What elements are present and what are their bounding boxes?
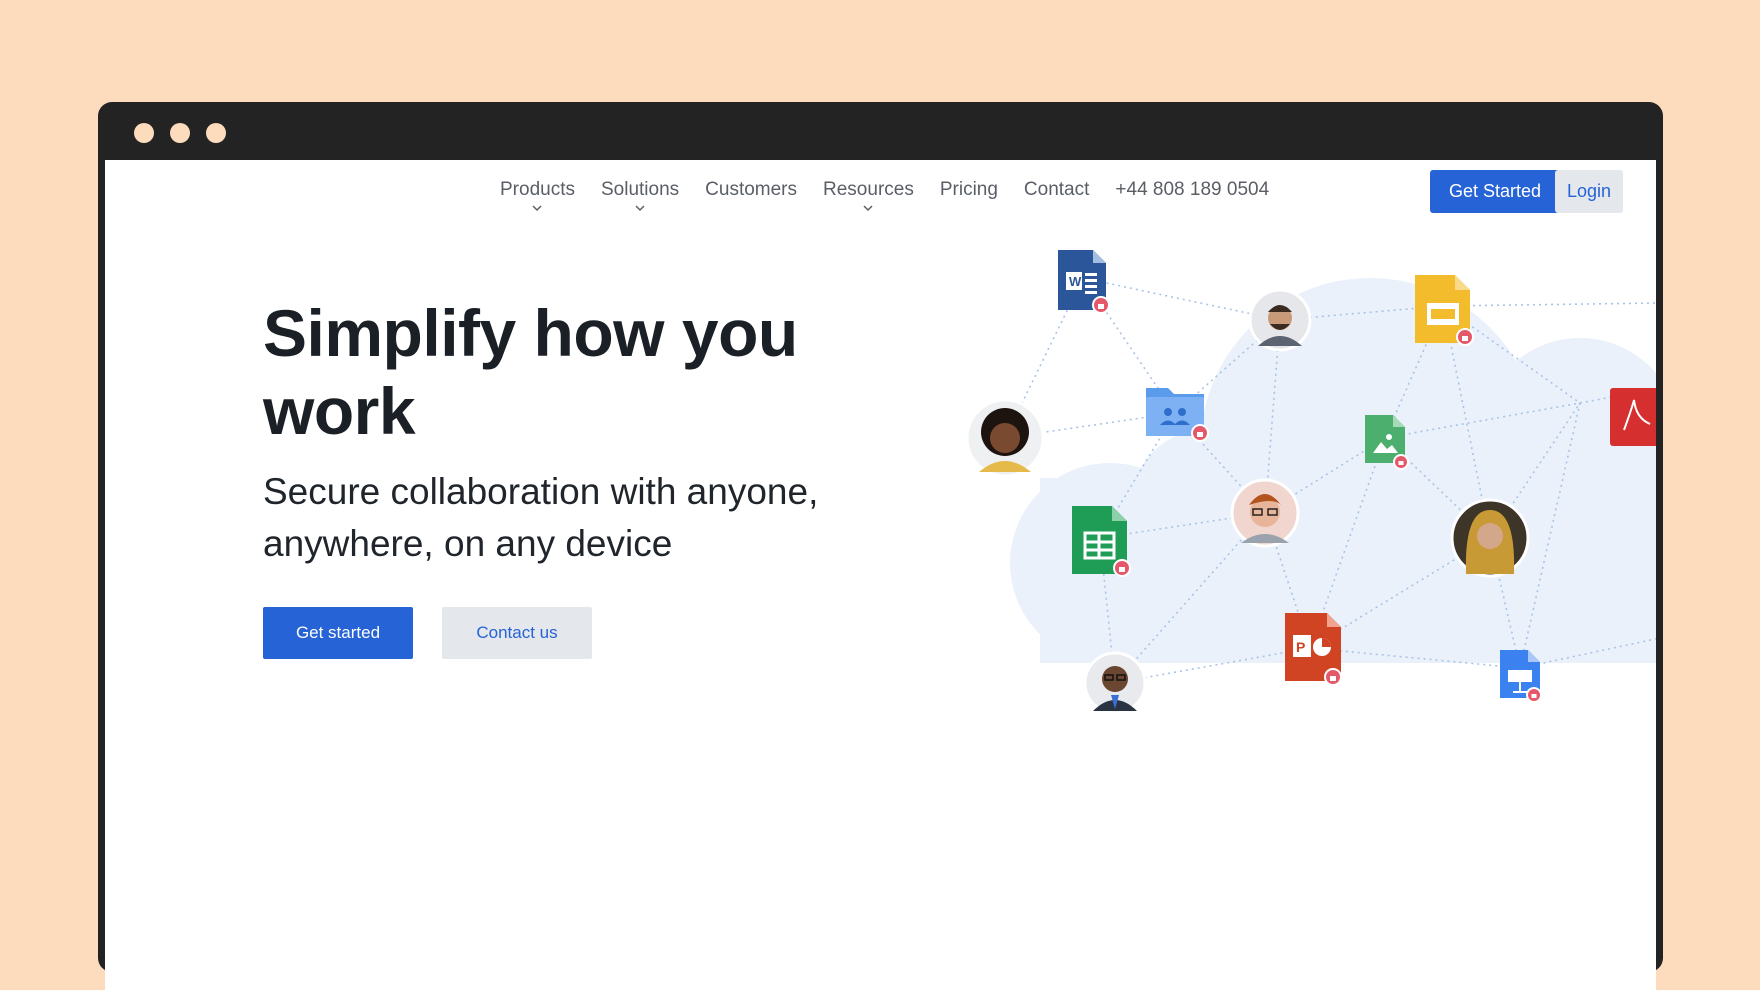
chevron-down-icon [635, 205, 645, 212]
svg-text:W: W [1069, 274, 1082, 289]
nav-item-solutions[interactable]: Solutions [601, 179, 679, 212]
nav-item-resources[interactable]: Resources [823, 179, 914, 212]
svg-text:P: P [1296, 639, 1305, 655]
top-nav: Products Solutions Customers Resources P… [105, 160, 1656, 230]
lock-badge-icon [1526, 687, 1542, 703]
window-dot-close[interactable] [134, 123, 154, 143]
nav-item-pricing[interactable]: Pricing [940, 179, 998, 201]
collaboration-illustration: W P [965, 250, 1656, 715]
avatar-man-glasses [1230, 478, 1300, 548]
lock-badge-icon [1092, 296, 1110, 314]
nav-links: Products Solutions Customers Resources P… [500, 179, 1295, 212]
nav-get-started-button[interactable]: Get Started [1430, 170, 1560, 213]
window-controls [134, 123, 226, 143]
hero-subtitle: Secure collaboration with anyone, anywhe… [263, 471, 819, 564]
avatar-man-beard [1248, 288, 1312, 352]
avatar-man-suit [1083, 651, 1147, 715]
lock-badge-icon [1324, 668, 1342, 686]
lock-badge-icon [1191, 424, 1209, 442]
nav-item-contact[interactable]: Contact [1024, 179, 1089, 201]
window-dot-minimize[interactable] [170, 123, 190, 143]
lock-badge-icon [1113, 559, 1131, 577]
chevron-down-icon [532, 205, 543, 212]
lock-badge-icon [1393, 454, 1409, 470]
pdf-doc-icon [1610, 388, 1656, 446]
window-dot-maximize[interactable] [206, 123, 226, 143]
lock-badge-icon [1456, 328, 1474, 346]
nav-item-products[interactable]: Products [500, 179, 575, 212]
avatar-woman-curly [965, 398, 1045, 478]
login-button[interactable]: Login [1555, 170, 1623, 213]
hero-title: Simplify how you work [263, 296, 798, 448]
nav-item-customers[interactable]: Customers [705, 179, 797, 201]
get-started-button[interactable]: Get started [263, 607, 413, 659]
nav-item-phone[interactable]: +44 808 189 0504 [1115, 179, 1269, 201]
chevron-down-icon [863, 205, 873, 212]
contact-us-button[interactable]: Contact us [442, 607, 592, 659]
browser-frame: Products Solutions Customers Resources P… [98, 102, 1663, 990]
avatar-woman-hijab [1450, 498, 1530, 578]
browser-viewport: Products Solutions Customers Resources P… [105, 160, 1656, 990]
